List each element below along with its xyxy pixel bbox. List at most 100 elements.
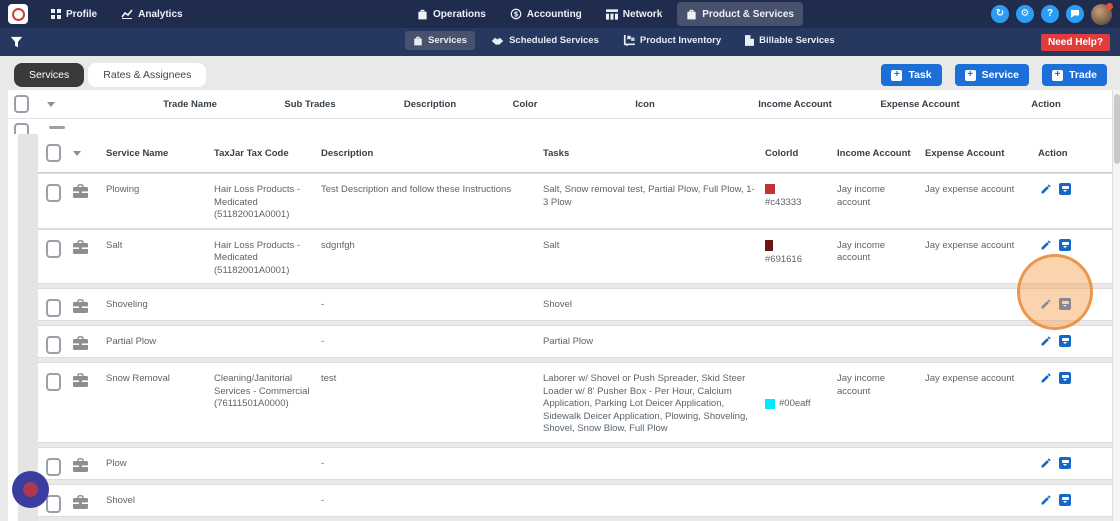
col-income-account: Income Account: [758, 98, 832, 110]
taxjar-code: Hair Loss Products - Medicated (51182001…: [214, 184, 301, 220]
nav-analytics[interactable]: Analytics: [112, 2, 191, 26]
briefcase-icon: [72, 184, 89, 199]
col-icon: Icon: [635, 98, 655, 110]
filter-icon[interactable]: [10, 36, 23, 49]
briefcase-icon: [417, 9, 428, 20]
subnav-billable-services-label: Billable Services: [759, 35, 835, 46]
select-all-services-checkbox[interactable]: [46, 144, 61, 162]
row-action-dropdown-icon[interactable]: [1059, 456, 1071, 469]
vertical-scrollbar[interactable]: [1112, 90, 1120, 521]
row-checkbox[interactable]: [46, 494, 61, 513]
briefcase-icon: [72, 299, 89, 314]
expense-account: [925, 326, 1038, 357]
row-action-dropdown-icon[interactable]: [1059, 238, 1071, 251]
service-name: Plowing: [106, 184, 140, 195]
row-checkbox[interactable]: [46, 336, 61, 354]
nav-operations[interactable]: Operations: [408, 2, 495, 26]
col-action: Action: [1038, 147, 1068, 159]
user-avatar[interactable]: [1091, 2, 1113, 25]
collapse-indicator-icon[interactable]: [49, 126, 65, 129]
add-task-button[interactable]: + Task: [881, 64, 942, 86]
briefcase-icon: [72, 239, 89, 255]
select-all-trades-checkbox[interactable]: [14, 95, 29, 113]
row-checkbox[interactable]: [46, 299, 61, 317]
col-description: Description: [321, 147, 374, 159]
chat-icon[interactable]: [1066, 5, 1084, 23]
nav-accounting[interactable]: $ Accounting: [501, 2, 591, 26]
tasks: Salt, Snow removal test, Partial Plow, F…: [543, 184, 755, 208]
trade-row-checkbox[interactable]: [14, 123, 29, 134]
gear-icon[interactable]: ⚙: [1016, 5, 1034, 23]
logo-ring-icon: [11, 7, 25, 21]
col-service-name: Service Name: [106, 147, 169, 159]
income-account: [837, 485, 925, 516]
description: Test Description and follow these Instru…: [321, 184, 512, 195]
table-row: Snow Removal Cleaning/Janitorial Service…: [38, 362, 1112, 443]
table-row: Shoveling - Shovel: [38, 288, 1112, 321]
nav-profile[interactable]: Profile: [42, 2, 106, 26]
row-checkbox[interactable]: [46, 457, 61, 476]
table-row: Plowing Hair Loss Products - Medicated (…: [38, 173, 1112, 229]
subnav-scheduled-services[interactable]: Scheduled Services: [483, 31, 607, 50]
expense-account: [925, 448, 1038, 479]
income-account: Jay income account: [837, 373, 886, 397]
tasks: Salt: [543, 239, 560, 251]
row-checkbox[interactable]: [46, 184, 61, 202]
row-action-dropdown-icon[interactable]: [1059, 335, 1071, 347]
expense-account: Jay expense account: [925, 184, 1015, 195]
sub-nav-bar: Services Scheduled Services Product Inve…: [0, 28, 1120, 56]
app-logo[interactable]: [8, 4, 28, 24]
help-icon[interactable]: ?: [1041, 5, 1059, 23]
edit-pencil-icon[interactable]: [1040, 494, 1052, 516]
plus-icon: +: [891, 69, 903, 81]
svg-text:$: $: [513, 11, 518, 19]
subnav-product-inventory[interactable]: Product Inventory: [615, 31, 729, 50]
income-account: [837, 448, 925, 479]
subnav-services[interactable]: Services: [405, 31, 476, 50]
scrollbar-thumb[interactable]: [1114, 94, 1120, 164]
top-nav-bar: Profile Analytics Operations $ Accountin…: [0, 0, 1120, 28]
briefcase-icon: [686, 9, 697, 20]
chevron-down-icon[interactable]: [73, 150, 81, 156]
col-color: Color: [512, 98, 538, 110]
edit-pencil-icon[interactable]: [1040, 457, 1052, 479]
row-action-dropdown-icon[interactable]: [1059, 372, 1071, 384]
edit-pencil-icon[interactable]: [1040, 372, 1052, 442]
taxjar-code: [214, 326, 321, 357]
plus-icon: +: [1051, 69, 1063, 81]
nav-analytics-label: Analytics: [138, 8, 183, 20]
subnav-product-inventory-label: Product Inventory: [639, 35, 722, 46]
subnav-billable-services[interactable]: Billable Services: [737, 31, 843, 50]
nav-product-services[interactable]: Product & Services: [677, 2, 803, 26]
chevron-down-icon[interactable]: [47, 101, 55, 107]
income-account: [837, 326, 925, 357]
edit-pencil-icon[interactable]: [1040, 183, 1052, 228]
briefcase-icon: [72, 494, 89, 510]
cart-icon: [623, 35, 635, 46]
tab-services[interactable]: Services: [14, 63, 85, 87]
chart-icon: [121, 9, 133, 19]
row-checkbox[interactable]: [46, 373, 61, 391]
services-table: Service Name TaxJar Tax Code Description…: [38, 134, 1112, 521]
edit-pencil-icon[interactable]: [1040, 335, 1052, 357]
row-action-dropdown-icon[interactable]: [1059, 183, 1071, 195]
tasks: Shovel: [543, 299, 573, 310]
taxjar-code: [214, 289, 321, 320]
row-action-dropdown-icon[interactable]: [1059, 493, 1071, 506]
description: -: [321, 457, 325, 469]
income-account: Jay income account: [837, 184, 886, 208]
row-checkbox[interactable]: [46, 239, 61, 258]
taxjar-code: Cleaning/Janitorial Services - Commercia…: [214, 373, 310, 409]
description: -: [321, 299, 325, 310]
nav-network[interactable]: Network: [597, 2, 671, 26]
need-help-button[interactable]: Need Help?: [1040, 33, 1110, 51]
briefcase-icon: [72, 373, 89, 388]
color-id: [765, 448, 837, 479]
service-name: Shovel: [106, 494, 136, 506]
add-service-button[interactable]: + Service: [954, 64, 1029, 86]
history-icon[interactable]: ↻: [991, 5, 1009, 23]
recording-indicator: [12, 471, 49, 508]
notification-dot: [1106, 2, 1113, 10]
tab-rates-assignees[interactable]: Rates & Assignees: [88, 63, 207, 87]
add-trade-button[interactable]: + Trade: [1041, 64, 1107, 86]
